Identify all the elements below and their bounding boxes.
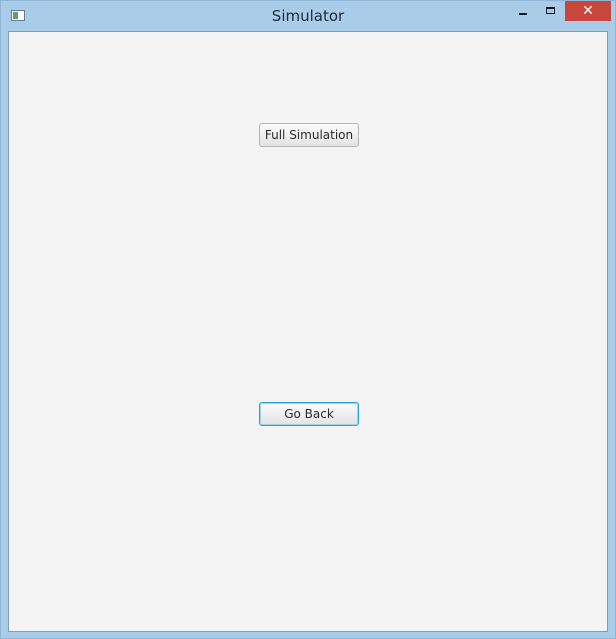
close-icon: ✕ <box>582 3 594 19</box>
close-button[interactable]: ✕ <box>565 1 611 21</box>
full-simulation-button[interactable]: Full Simulation <box>259 123 359 147</box>
maximize-icon <box>546 7 555 14</box>
minimize-icon <box>519 13 527 15</box>
minimize-button[interactable] <box>509 1 537 21</box>
application-window: Simulator ✕ Full Simulation Go Back <box>0 0 616 639</box>
go-back-button[interactable]: Go Back <box>259 402 359 426</box>
content-area: Full Simulation Go Back <box>8 31 608 632</box>
title-bar[interactable]: Simulator ✕ <box>1 1 615 31</box>
maximize-button[interactable] <box>537 1 563 21</box>
